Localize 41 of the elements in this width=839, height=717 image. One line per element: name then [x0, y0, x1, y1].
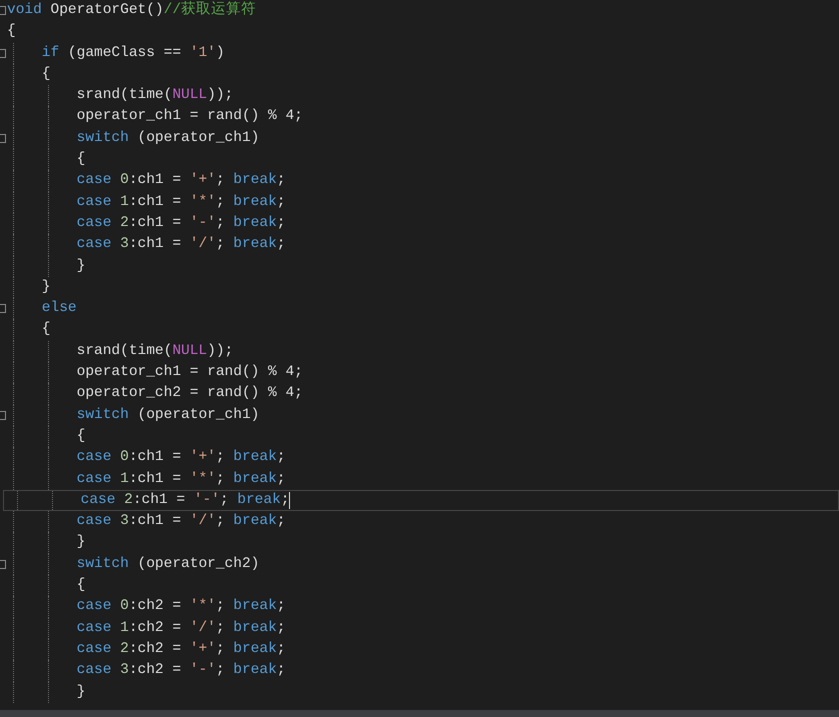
- code-line: case 0:ch1 = '+'; break;: [76, 448, 286, 468]
- code-line: switch (operator_ch1): [76, 128, 260, 148]
- code-line: srand(time(NULL));: [76, 342, 234, 361]
- collapse-icon[interactable]: [0, 410, 6, 420]
- code-line: switch (operator_ch2): [76, 554, 260, 574]
- code-line: case 0:ch1 = '+'; break;: [76, 171, 286, 190]
- code-line: case 3:ch2 = '-'; break;: [76, 661, 286, 680]
- code-line: }: [76, 682, 86, 702]
- collapse-icon[interactable]: [0, 560, 6, 569]
- code-line: case 1:ch2 = '/'; break;: [76, 618, 286, 638]
- code-line: }: [40, 278, 51, 297]
- code-line: }: [76, 533, 86, 552]
- code-line: case 0:ch2 = '*'; break;: [76, 597, 286, 616]
- collapse-icon[interactable]: [0, 48, 6, 58]
- collapse-icon[interactable]: [0, 304, 6, 314]
- code-line: void OperatorGet()//获取运算符: [7, 0, 256, 20]
- code-line: case 2:ch1 = '-'; break;: [76, 214, 286, 233]
- code-line: {: [76, 426, 86, 446]
- code-line: case 3:ch1 = '/'; break;: [76, 512, 286, 532]
- code-line: switch (operator_ch1): [76, 406, 260, 425]
- code-line: {: [76, 150, 86, 170]
- code-line: {: [76, 576, 86, 596]
- code-line: case 2:ch2 = '+'; break;: [76, 640, 286, 659]
- code-line: else: [40, 299, 77, 318]
- code-line: {: [40, 64, 51, 84]
- code-line: case 1:ch1 = '*'; break;: [76, 192, 286, 212]
- code-line: operator_ch2 = rand() % 4;: [76, 384, 303, 404]
- code-line: operator_ch1 = rand() % 4;: [76, 363, 303, 382]
- code-line: srand(time(NULL));: [76, 86, 234, 106]
- horizontal-scrollbar[interactable]: [0, 710, 839, 717]
- code-line: case 1:ch1 = '*'; break;: [76, 470, 286, 489]
- code-line: {: [40, 320, 51, 340]
- code-line: operator_ch1 = rand() % 4;: [76, 107, 303, 126]
- code-line: {: [7, 22, 16, 42]
- collapse-icon[interactable]: [0, 6, 6, 16]
- collapse-icon[interactable]: [0, 134, 6, 143]
- text-cursor: [289, 492, 290, 509]
- code-line: case 2:ch1 = '-'; break;: [80, 490, 290, 510]
- code-line: if (gameClass == '1'): [40, 44, 225, 63]
- code-line: case 3:ch1 = '/'; break;: [76, 235, 286, 254]
- code-line: }: [76, 256, 86, 276]
